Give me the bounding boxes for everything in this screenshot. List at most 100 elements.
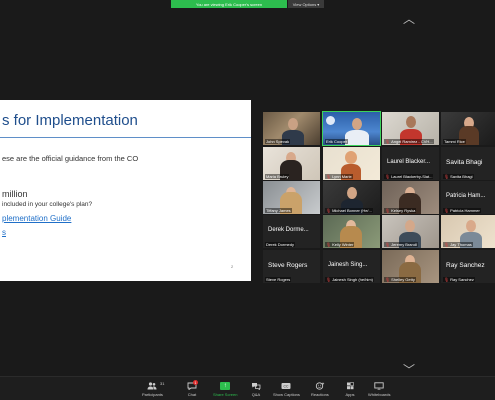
muted-mic-icon: 🎙 bbox=[326, 208, 332, 213]
qa-label: Q&A bbox=[251, 392, 261, 397]
view-options-label: View Options bbox=[292, 1, 317, 7]
participant-name: 🎙 Michael Bonner (He/... bbox=[325, 208, 373, 213]
participant-tile[interactable]: Maria Bruley bbox=[263, 147, 320, 180]
participant-tile[interactable]: John Spevak bbox=[263, 112, 320, 145]
slide-text-question: included in your college's plan? bbox=[2, 201, 93, 208]
show-captions-label: Show Captions bbox=[273, 392, 300, 397]
muted-mic-icon: 🎙 bbox=[444, 277, 450, 282]
slide-page-number: 2 bbox=[231, 264, 234, 269]
muted-mic-icon: 🎙 bbox=[385, 174, 391, 179]
apps-button[interactable]: Apps bbox=[345, 381, 355, 397]
participant-display-name: Steve Rogers bbox=[268, 262, 308, 269]
participant-name: Derek Dormedy bbox=[265, 242, 296, 247]
share-screen-icon: ↑ bbox=[220, 381, 231, 390]
participant-name: John Spevak bbox=[265, 139, 291, 144]
participant-tile[interactable]: Ray Sanchez 🎙 Ray Sanchez bbox=[441, 250, 495, 283]
participants-label: Participants bbox=[142, 392, 163, 397]
whiteboards-label: Whiteboards bbox=[368, 392, 391, 397]
participant-tile[interactable]: 🎙 Jeremy Brandl bbox=[382, 215, 439, 248]
whiteboards-button[interactable]: Whiteboards bbox=[368, 381, 390, 397]
show-captions-button[interactable]: CC Show Captions bbox=[273, 381, 300, 397]
view-options-button[interactable]: View Options ▾ bbox=[288, 0, 324, 8]
participant-name: 🎙 Jay Thomas bbox=[443, 242, 473, 247]
participants-icon bbox=[147, 381, 157, 390]
participant-name: 🎙 Jeremy Brandl bbox=[384, 242, 418, 247]
captions-icon: CC bbox=[281, 381, 291, 390]
participant-tile[interactable]: 🎙 Shelley Getty bbox=[382, 250, 439, 283]
slide-link-implementation-guide[interactable]: plementation Guide bbox=[2, 214, 71, 223]
muted-mic-icon: 🎙 bbox=[385, 277, 391, 282]
apps-icon bbox=[345, 381, 355, 390]
participant-tile[interactable]: Tammi Rice bbox=[441, 112, 495, 145]
muted-mic-icon: 🎙 bbox=[326, 174, 332, 179]
participant-name: 🎙 Kelsey Ryska bbox=[384, 208, 417, 213]
muted-mic-icon: 🎙 bbox=[444, 208, 450, 213]
participant-name: 🎙 Patricia Hammer bbox=[443, 208, 481, 213]
whiteboard-icon bbox=[374, 381, 384, 390]
qa-button[interactable]: Q&A bbox=[251, 381, 261, 397]
slide-divider bbox=[0, 137, 251, 138]
screen-share-banner: You are viewing Erik Cooper's screen bbox=[171, 0, 287, 8]
meeting-toolbar: 31 Participants 1 Chat ↑ Share Screen Q&… bbox=[0, 376, 495, 400]
gallery-next-page-chevron-down-icon[interactable]: ﹀ bbox=[403, 364, 415, 376]
reactions-icon bbox=[315, 381, 325, 390]
participant-tile[interactable]: 🎙 Lynn Marie bbox=[323, 147, 380, 180]
muted-mic-icon: 🎙 bbox=[326, 277, 332, 282]
participant-name: Tammi Rice bbox=[443, 139, 466, 144]
participant-name: 🎙 Shelley Getty bbox=[384, 277, 416, 282]
participant-display-name: Laurel Blacker... bbox=[387, 159, 431, 165]
apps-label: Apps bbox=[345, 392, 355, 397]
muted-mic-icon: 🎙 bbox=[444, 174, 450, 179]
participants-button[interactable]: 31 Participants bbox=[142, 381, 165, 397]
svg-text:CC: CC bbox=[284, 384, 289, 388]
chat-button[interactable]: 1 Chat bbox=[187, 380, 198, 397]
slide-title: s for Implementation bbox=[2, 112, 138, 129]
participant-name: Maria Bruley bbox=[265, 174, 290, 179]
participant-tile[interactable]: Laurel Blacker... 🎙 Laurel Blackerby-Slat… bbox=[382, 147, 439, 180]
participant-tile[interactable]: 🎙 Angel Ramirez - CVH... bbox=[382, 112, 439, 145]
participant-name: 🎙 Angel Ramirez - CVH... bbox=[384, 139, 434, 144]
participant-tile[interactable]: Steve Rogers Steve Rogers bbox=[263, 250, 320, 283]
slide-text-million: million bbox=[2, 189, 28, 199]
participant-display-name: Patricia Ham... bbox=[446, 193, 486, 199]
participant-tile[interactable]: Savita Bhagi 🎙 Savita Bhagi bbox=[441, 147, 495, 180]
slide-text-intro: ese are the official guidance from the C… bbox=[2, 154, 139, 163]
meeting-window: You are viewing Erik Cooper's screen Vie… bbox=[0, 0, 495, 400]
chat-label: Chat bbox=[187, 392, 197, 397]
shared-screen-slide: s for Implementation ese are the officia… bbox=[0, 100, 251, 281]
participant-display-name: Ray Sanchez bbox=[446, 262, 485, 269]
participant-tile[interactable]: Derek Dorme... Derek Dormedy bbox=[263, 215, 320, 248]
muted-mic-icon: 🎙 bbox=[385, 242, 391, 247]
participant-tile[interactable]: 🎙 Kelly Winter bbox=[323, 215, 380, 248]
reactions-label: Reactions bbox=[311, 392, 329, 397]
muted-mic-icon: 🎙 bbox=[385, 208, 391, 213]
participant-display-name: Jainesh Sing... bbox=[328, 262, 368, 268]
gallery-prev-page-chevron-up-icon[interactable]: ︿ bbox=[403, 13, 415, 25]
reactions-button[interactable]: Reactions bbox=[311, 381, 329, 397]
participant-name: Steve Rogers bbox=[265, 277, 292, 282]
participant-tile-active-speaker[interactable]: Erik Cooper bbox=[322, 111, 381, 146]
participant-name: 🎙 Ray Sanchez bbox=[443, 277, 475, 282]
participant-tile[interactable]: Tiffany James bbox=[263, 181, 320, 214]
participant-tile[interactable]: 🎙 Michael Bonner (He/... bbox=[323, 181, 380, 214]
participant-display-name: Derek Dorme... bbox=[268, 227, 309, 233]
share-screen-label: Share Screen bbox=[213, 392, 238, 397]
participant-name: 🎙 Lynn Marie bbox=[325, 174, 353, 179]
participant-name: 🎙 Laurel Blackerby-Slat... bbox=[384, 174, 434, 179]
participants-count: 31 bbox=[160, 381, 165, 386]
share-screen-button[interactable]: ↑ Share Screen bbox=[213, 381, 237, 397]
participant-tile[interactable]: Jainesh Sing... 🎙 Jainesh Singh (he/him) bbox=[323, 250, 380, 283]
muted-mic-icon: 🎙 bbox=[326, 242, 332, 247]
muted-mic-icon: 🎙 bbox=[444, 242, 450, 247]
chevron-down-icon: ▾ bbox=[317, 1, 320, 7]
participant-tile[interactable]: 🎙 Jay Thomas bbox=[441, 215, 495, 248]
participant-name: 🎙 Savita Bhagi bbox=[443, 174, 474, 179]
participant-name: Erik Cooper bbox=[325, 139, 349, 144]
muted-mic-icon: 🎙 bbox=[385, 139, 391, 144]
participant-tile[interactable]: Patricia Ham... 🎙 Patricia Hammer bbox=[441, 181, 495, 214]
participant-tile[interactable]: 🎙 Kelsey Ryska bbox=[382, 181, 439, 214]
participant-name: Tiffany James bbox=[265, 208, 292, 213]
slide-link-s[interactable]: s bbox=[2, 228, 6, 237]
chat-unread-badge: 1 bbox=[193, 380, 198, 385]
sharing-status-text: You are viewing Erik Cooper's screen bbox=[195, 1, 263, 7]
